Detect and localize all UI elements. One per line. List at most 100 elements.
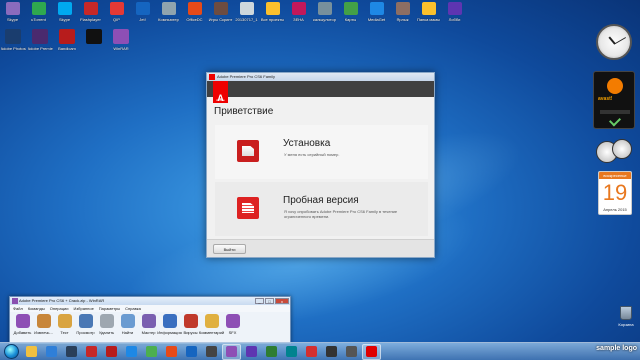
cpu-meter-gadget[interactable] [596, 139, 634, 167]
winrar-titlebar[interactable]: Adobe Premiere Pro CS6 + Crack.zip - Win… [10, 297, 290, 305]
calendar-gadget[interactable]: воскресенье 19 Апрель 2015 [598, 171, 632, 215]
desktop-shortcut[interactable]: Игры Скрипт [208, 1, 233, 28]
toolbar-button[interactable]: Вирусы [180, 312, 201, 343]
desktop-shortcut-label: MediaGet [367, 17, 386, 22]
desktop-shortcut-label: Bandicam [58, 46, 76, 51]
menu-item-3[interactable]: Избранное [74, 305, 94, 312]
clock-minute-hand [614, 37, 627, 45]
desktop-shortcut[interactable] [81, 28, 107, 56]
info-icon [162, 314, 177, 328]
winrar-window: Adobe Premiere Pro CS6 + Crack.zip - Win… [9, 296, 291, 344]
dialog-title: Adobe Premiere Pro CS6 Family [217, 74, 276, 79]
taskbar-item[interactable] [162, 344, 181, 360]
desktop-shortcut[interactable]: Карты [338, 1, 363, 28]
menu-item-2[interactable]: Операции [50, 305, 69, 312]
minimize-button[interactable]: _ [255, 298, 264, 304]
desktop-shortcut[interactable]: QIP [104, 1, 129, 28]
toolbar-button[interactable]: Мастер [138, 312, 159, 343]
desktop-shortcut-label: Skype [58, 17, 71, 22]
desktop-shortcut[interactable]: Adobe Photosh... [0, 28, 26, 56]
desktop-shortcut[interactable]: Bandicam [54, 28, 80, 56]
start-button[interactable] [0, 343, 22, 360]
toolbar-button[interactable]: Тест [54, 312, 75, 343]
taskbar-item[interactable] [102, 344, 121, 360]
app-icon [135, 2, 150, 15]
desktop-shortcut[interactable]: Компьютер [156, 1, 181, 28]
toolbar-button[interactable]: Просмотр [75, 312, 96, 343]
toolbar-button[interactable]: Информация [157, 312, 182, 343]
taskbar-item[interactable] [222, 343, 241, 360]
taskbar-item[interactable] [202, 344, 221, 360]
folder-icon [421, 2, 436, 15]
toolbar-button-label: Тест [60, 330, 69, 335]
menu-item-5[interactable]: Справка [125, 305, 141, 312]
recycle-bin[interactable]: Корзина [612, 306, 640, 336]
taskbar-item[interactable] [242, 344, 261, 360]
toolbar-button[interactable]: Извлечь... [33, 312, 54, 343]
desktop-shortcut[interactable]: Лобби [442, 1, 467, 28]
sfx-icon [225, 314, 240, 328]
dialog-titlebar[interactable]: Adobe Premiere Pro CS6 Family [207, 73, 434, 81]
taskbar-item[interactable] [182, 344, 201, 360]
bandicam-icon [106, 346, 117, 357]
taskbar-item[interactable] [82, 344, 101, 360]
toolbar-button-label: SFX [228, 330, 237, 335]
calendar-weekday: воскресенье [599, 172, 631, 179]
install-option[interactable]: Установка У меня есть серийный номер. [215, 125, 428, 179]
exit-button[interactable]: Выйти [213, 244, 246, 254]
desktop-shortcut[interactable]: Jet! [130, 1, 155, 28]
avast-name: avast! [598, 96, 613, 102]
avast-gadget[interactable]: avast! [593, 71, 635, 129]
test-icon [57, 314, 72, 328]
desktop-shortcut[interactable]: Skype [52, 1, 77, 28]
taskbar-item[interactable] [322, 344, 341, 360]
avast-status-bar [600, 110, 630, 114]
desktop-shortcut[interactable]: ЗЕНА [286, 1, 311, 28]
taskbar-item[interactable] [262, 344, 281, 360]
taskbar-item[interactable] [62, 344, 81, 360]
desktop-shortcut[interactable]: MediaGet [364, 1, 389, 28]
toolbar-button[interactable]: Найти [117, 312, 138, 343]
desktop-shortcut-label: Jet! [139, 17, 146, 22]
desktop-shortcut-label: Adobe Premiere Pro... [27, 46, 53, 51]
desktop-shortcut[interactable]: Flashplayer [78, 1, 103, 28]
toolbar-button-label: Удалить [98, 330, 115, 335]
toolbar-button[interactable]: Удалить [96, 312, 117, 343]
desktop-shortcut-label: калькулятор [313, 17, 336, 22]
desktop-shortcut[interactable]: Все проекты [260, 1, 285, 28]
taskbar-item[interactable] [342, 344, 361, 360]
desktop-shortcut[interactable]: Adobe Premiere Pro... [27, 28, 53, 56]
taskbar-item[interactable] [362, 343, 381, 360]
taskbar-item[interactable] [22, 344, 41, 360]
adobe-logo-icon: A Adobe [213, 81, 228, 103]
maximize-button[interactable]: □ [265, 298, 274, 304]
menu-item-0[interactable]: Файл [13, 305, 23, 312]
desktop-shortcut[interactable]: OfficeDC [182, 1, 207, 28]
taskbar-item[interactable] [302, 344, 321, 360]
qip-icon [109, 2, 124, 15]
desktop-shortcut[interactable]: uTorrent [26, 1, 51, 28]
taskbar-item[interactable] [42, 344, 61, 360]
taskbar-item[interactable] [122, 344, 141, 360]
desktop-shortcut[interactable]: 20130717_1 [234, 1, 259, 28]
toolbar-button[interactable]: Добавить [12, 312, 33, 343]
close-button[interactable]: x [275, 298, 289, 304]
bandicam-icon [59, 29, 75, 44]
app-icon [447, 2, 462, 15]
menu-item-4[interactable]: Параметры [99, 305, 120, 312]
desktop-shortcut[interactable]: Папка мамы [416, 1, 441, 28]
menu-item-1[interactable]: Команды [28, 305, 45, 312]
trial-option[interactable]: Пробная версия Я хочу опробовать Adobe P… [215, 182, 428, 236]
clock-gadget[interactable] [596, 24, 632, 60]
desktop-shortcut-label: Карты [344, 17, 357, 22]
desktop-shortcut[interactable]: Skype [0, 1, 25, 28]
taskbar-item[interactable] [142, 344, 161, 360]
desktop-shortcut[interactable]: Ярлык [390, 1, 415, 28]
games-icon [213, 2, 228, 15]
watermark: sample logo [596, 345, 637, 352]
taskbar-item[interactable] [282, 344, 301, 360]
toolbar-button[interactable]: Комментарий [199, 312, 224, 343]
desktop-shortcut[interactable]: калькулятор [312, 1, 337, 28]
desktop-shortcut[interactable]: WinRAR [108, 28, 134, 56]
toolbar-button[interactable]: SFX [222, 312, 243, 343]
